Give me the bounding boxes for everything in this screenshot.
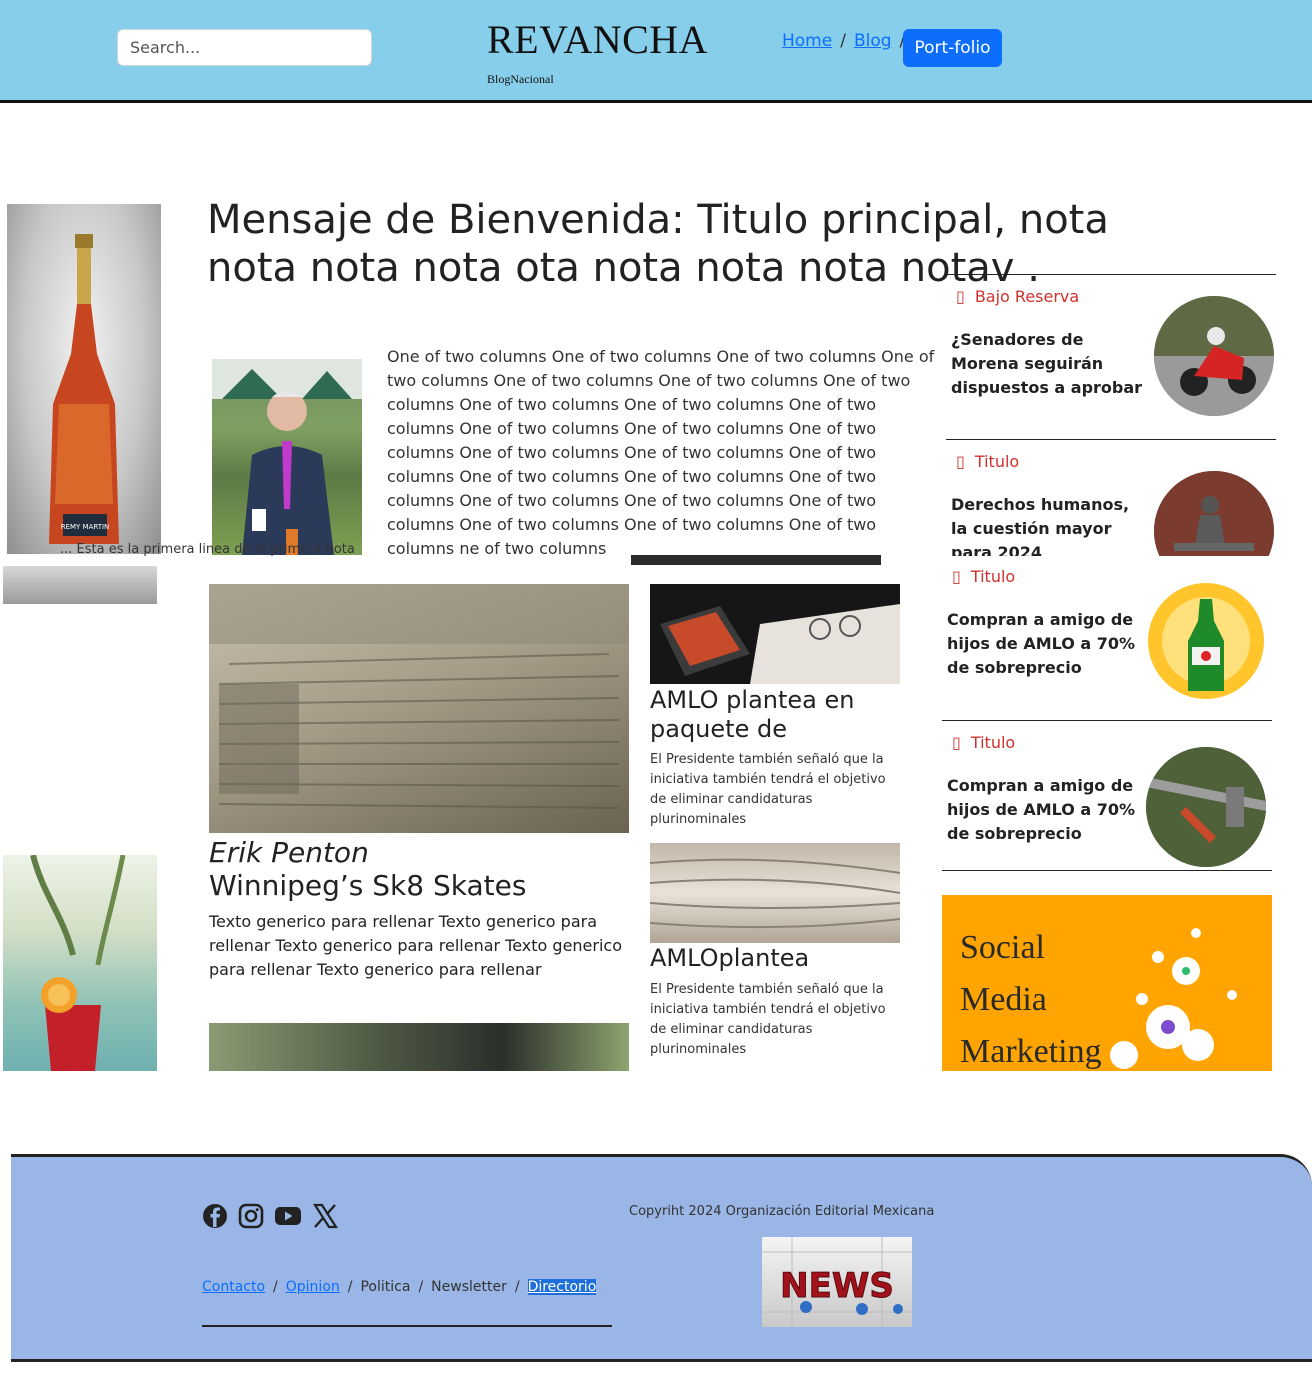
image-strip [631, 555, 881, 565]
cognac-bottle-graphic: REMY MARTIN [49, 234, 119, 544]
footer-link-contacto[interactable]: Contacto [202, 1279, 265, 1295]
right-news-title[interactable]: Compran a amigo de hijos de AMLO a 70% d… [947, 608, 1142, 680]
statue-thumbnail[interactable] [1154, 471, 1274, 556]
cognac-ad-reflection [3, 566, 157, 604]
president-photo-graphic [212, 359, 362, 555]
footer-link-directorio[interactable]: Directorio [527, 1279, 597, 1295]
footer-separator: / [273, 1279, 278, 1295]
youtube-icon[interactable] [274, 1203, 302, 1229]
right-news-tag[interactable]: ▯ Titulo [952, 733, 1015, 752]
footer-nav: Contacto / Opinion / Politica / Newslett… [202, 1279, 597, 1295]
breadcrumb-separator: / [840, 31, 846, 51]
right-news-title[interactable]: Derechos humanos, la cuestión mayor para… [951, 493, 1146, 556]
document-icon: ▯ [952, 567, 961, 586]
side-news-body: El Presidente también señaló que la inic… [650, 752, 886, 827]
news-logo-text: NEWS [780, 1266, 894, 1306]
right-news-tag-label: Titulo [970, 567, 1016, 586]
right-news-title[interactable]: ¿Senadores de Morena seguirán dispuestos… [951, 328, 1146, 400]
right-news-card[interactable]: ▯ Titulo Compran a amigo de hijos de AML… [942, 720, 1272, 871]
intro-caption: ... Esta es la primera linea de la prime… [60, 542, 355, 556]
article-author: Erik Penton [209, 836, 369, 869]
breadcrumb: Home / Blog / [782, 31, 905, 51]
right-news-card[interactable]: ▯ Titulo Compran a amigo de hijos de AML… [942, 555, 1272, 720]
newspaper-graphic [209, 584, 629, 809]
banner-line: Marketing [960, 1033, 1102, 1070]
phone-graphic [660, 604, 900, 684]
portfolio-button[interactable]: Port-folio [903, 29, 1002, 67]
footer-separator: / [514, 1279, 520, 1295]
right-news-tag-label: Titulo [970, 733, 1016, 752]
site-logo[interactable]: REVANCHA [487, 16, 708, 63]
banner-text: Social Media Marketing [960, 922, 1102, 1078]
right-news-tag[interactable]: ▯ Bajo Reserva [956, 287, 1079, 306]
side-news-body: El Presidente también señaló que la inic… [650, 982, 886, 1057]
news-logo-image[interactable]: NEWS [762, 1237, 912, 1327]
intro-paragraph: One of two columns One of two columns On… [387, 347, 935, 558]
cognac-ad-image[interactable]: REMY MARTIN [7, 204, 161, 554]
footer-divider [202, 1325, 612, 1327]
beer-graphic [1148, 583, 1264, 699]
footer-separator: / [418, 1279, 424, 1295]
side-news-title[interactable]: AMLO plantea en paquete de [650, 686, 900, 744]
footer-link-politica[interactable]: Politica [360, 1279, 410, 1295]
x-icon[interactable] [312, 1203, 338, 1229]
document-icon: ▯ [956, 287, 965, 306]
president-photo[interactable] [212, 359, 362, 555]
metro-collapse-thumbnail[interactable] [1146, 747, 1266, 867]
article-title[interactable]: Winnipeg’s Sk8 Skates [209, 869, 526, 902]
document-icon: ▯ [956, 452, 965, 471]
newspaper-photo[interactable] [209, 584, 629, 833]
right-news-tag-label: Titulo [974, 452, 1020, 471]
article-body: Texto generico para rellenar Texto gener… [209, 912, 622, 979]
news-logo-graphic: NEWS [762, 1237, 912, 1327]
instagram-icon[interactable] [238, 1203, 264, 1229]
right-news-title[interactable]: Compran a amigo de hijos de AMLO a 70% d… [947, 774, 1142, 846]
cocktail-graphic [30, 855, 126, 1071]
copyright-text: Copyriht 2024 Organización Editorial Mex… [629, 1204, 935, 1219]
phone-newspaper-photo[interactable] [650, 584, 900, 684]
search-input[interactable] [117, 29, 372, 66]
right-news-tag[interactable]: ▯ Titulo [956, 452, 1019, 471]
banner-line: Social [960, 929, 1045, 966]
footer-separator: / [347, 1279, 353, 1295]
banner-line: Media [960, 981, 1047, 1018]
right-news-tag-label: Bajo Reserva [974, 287, 1080, 306]
footer-link-newsletter[interactable]: Newsletter [431, 1279, 507, 1295]
breadcrumb-blog-link[interactable]: Blog [854, 31, 892, 51]
newspapers-photo[interactable] [650, 843, 900, 943]
site-footer [11, 1154, 1312, 1362]
side-news-title[interactable]: AMLOplantea [650, 944, 900, 973]
right-news-card[interactable]: ▯ Titulo Derechos humanos, la cuestión m… [946, 439, 1276, 556]
footer-link-opinion[interactable]: Opinion [286, 1279, 340, 1295]
document-icon: ▯ [952, 733, 961, 752]
facebook-icon[interactable] [202, 1203, 228, 1229]
right-news-card[interactable]: ▯ Bajo Reserva ¿Senadores de Morena segu… [946, 274, 1276, 440]
beer-ad-thumbnail[interactable] [1146, 581, 1266, 701]
statue-graphic [1154, 471, 1274, 556]
site-tagline: BlogNacional [487, 72, 554, 86]
camera-photo[interactable] [209, 1023, 629, 1071]
motorcycle-graphic [1154, 296, 1274, 416]
right-news-tag[interactable]: ▯ Titulo [952, 567, 1015, 586]
newspapers-graphic [650, 858, 900, 929]
cognac-label: REMY MARTIN [61, 523, 110, 531]
social-links [202, 1203, 338, 1229]
breadcrumb-home-link[interactable]: Home [782, 31, 832, 51]
motorcycle-thumbnail[interactable] [1154, 296, 1274, 416]
cocktail-ad-image[interactable] [3, 855, 157, 1071]
metro-graphic [1146, 747, 1266, 867]
